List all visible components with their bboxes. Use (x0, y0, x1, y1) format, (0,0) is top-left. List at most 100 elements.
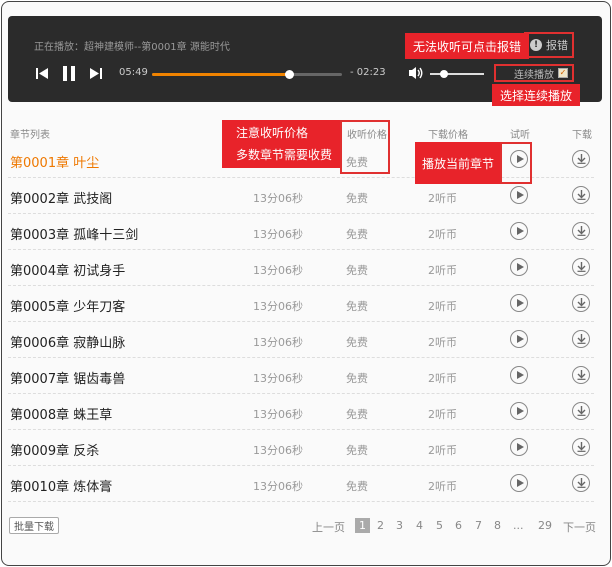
download-button[interactable] (572, 366, 590, 384)
next-track-button[interactable] (88, 66, 104, 80)
chapter-title[interactable]: 第0001章 叶尘 (10, 152, 99, 171)
header-download-price: 下载价格 (428, 130, 468, 141)
download-button[interactable] (572, 438, 590, 456)
download-icon (577, 226, 585, 236)
skip-back-icon (36, 67, 48, 79)
chapter-duration: 13分06秒 (253, 300, 303, 313)
page-5-button[interactable]: 5 (436, 519, 443, 532)
chapter-row[interactable]: 第0004章 初试身手 13分06秒 免费 2听币 (8, 250, 594, 286)
chapter-title[interactable]: 第0008章 蛛王草 (10, 404, 112, 423)
preview-play-button[interactable] (510, 474, 528, 492)
continuous-play-label: 连续播放 (514, 69, 554, 81)
download-icon (577, 406, 585, 416)
chapter-row[interactable]: 第0008章 蛛王草 13分06秒 免费 2听币 (8, 394, 594, 430)
chapter-title[interactable]: 第0004章 初试身手 (10, 260, 125, 279)
page-6-button[interactable]: 6 (455, 519, 462, 532)
play-icon (516, 335, 524, 343)
chapter-row[interactable]: 第0007章 锯齿毒兽 13分06秒 免费 2听币 (8, 358, 594, 394)
download-button[interactable] (572, 222, 590, 240)
report-button[interactable]: ! 报错 (524, 32, 574, 58)
volume-button[interactable] (408, 65, 424, 81)
chapter-row[interactable]: 第0005章 少年刀客 13分06秒 免费 2听币 (8, 286, 594, 322)
chapter-title[interactable]: 第0007章 锯齿毒兽 (10, 368, 125, 387)
progress-fill (152, 73, 289, 76)
page-29-button[interactable]: 29 (538, 519, 552, 532)
listen-price-highlight (340, 120, 390, 174)
page-4-button[interactable]: 4 (416, 519, 423, 532)
volume-slider[interactable] (430, 70, 484, 78)
preview-play-button[interactable] (510, 366, 528, 384)
next-page-button[interactable]: 下一页 (563, 519, 596, 535)
pause-icon (63, 65, 75, 81)
continuous-play-checkbox[interactable]: ✓ (558, 68, 568, 78)
progress-bar[interactable] (152, 70, 342, 79)
download-button[interactable] (572, 150, 590, 168)
preview-play-button[interactable] (510, 222, 528, 240)
chapter-duration: 13分06秒 (253, 264, 303, 277)
download-price: 2听币 (428, 228, 457, 241)
download-button[interactable] (572, 330, 590, 348)
pause-button[interactable] (60, 65, 78, 81)
remaining-time: - 02:23 (350, 67, 386, 78)
header-chapter: 章节列表 (10, 130, 50, 141)
chapter-title[interactable]: 第0005章 少年刀客 (10, 296, 125, 315)
preview-play-button[interactable] (510, 330, 528, 348)
download-price: 2听币 (428, 264, 457, 277)
listen-price: 免费 (346, 192, 368, 205)
callout-continuous-text: 选择连续播放 (500, 88, 573, 103)
download-price: 2听币 (428, 336, 457, 349)
download-button[interactable] (572, 258, 590, 276)
download-icon (577, 298, 585, 308)
batch-download-button[interactable]: 批量下载 (9, 517, 59, 534)
page-8-button[interactable]: 8 (494, 519, 501, 532)
elapsed-time: 05:49 (119, 67, 148, 78)
chapter-row[interactable]: 第0010章 炼体膏 13分06秒 免费 2听币 (8, 466, 594, 502)
preview-play-button[interactable] (510, 402, 528, 420)
chapter-title[interactable]: 第0002章 武技阁 (10, 188, 112, 207)
play-highlight (500, 142, 532, 184)
play-icon (516, 371, 524, 379)
chapter-row[interactable]: 第0009章 反杀 13分06秒 免费 2听币 (8, 430, 594, 466)
download-button[interactable] (572, 402, 590, 420)
chapter-duration: 13分06秒 (253, 480, 303, 493)
progress-handle[interactable] (284, 70, 294, 79)
listen-price: 免费 (346, 300, 368, 313)
chapter-duration: 13分06秒 (253, 192, 303, 205)
prev-page-button[interactable]: 上一页 (312, 519, 345, 535)
info-icon: ! (530, 39, 542, 51)
chapter-row[interactable]: 第0003章 孤峰十三剑 13分06秒 免费 2听币 (8, 214, 594, 250)
download-icon (577, 190, 585, 200)
continuous-play-toggle[interactable]: 连续播放 ✓ (494, 64, 574, 82)
previous-track-button[interactable] (34, 66, 50, 80)
preview-play-button[interactable] (510, 186, 528, 204)
play-icon (516, 191, 524, 199)
chapter-title[interactable]: 第0003章 孤峰十三剑 (10, 224, 138, 243)
download-price: 2听币 (428, 300, 457, 313)
download-price: 2听币 (428, 408, 457, 421)
preview-play-button[interactable] (510, 438, 528, 456)
pagination-ellipsis: ... (513, 519, 524, 532)
volume-handle[interactable] (439, 70, 448, 78)
chapter-title[interactable]: 第0006章 寂静山脉 (10, 332, 125, 351)
chapter-row[interactable]: 第0006章 寂静山脉 13分06秒 免费 2听币 (8, 322, 594, 358)
preview-play-button[interactable] (510, 258, 528, 276)
download-icon (577, 442, 585, 452)
download-price: 2听币 (428, 444, 457, 457)
callout-play: 播放当前章节 (415, 142, 501, 184)
chapter-title[interactable]: 第0009章 反杀 (10, 440, 99, 459)
download-button[interactable] (572, 186, 590, 204)
page-3-button[interactable]: 3 (396, 519, 403, 532)
chapter-duration: 13分06秒 (253, 228, 303, 241)
download-button[interactable] (572, 294, 590, 312)
download-button[interactable] (572, 474, 590, 492)
page-1-button[interactable]: 1 (355, 518, 370, 533)
page-7-button[interactable]: 7 (475, 519, 482, 532)
page-2-button[interactable]: 2 (377, 519, 384, 532)
play-icon (516, 407, 524, 415)
download-icon (577, 334, 585, 344)
chapter-title[interactable]: 第0010章 炼体膏 (10, 476, 112, 495)
download-icon (577, 370, 585, 380)
listen-price: 免费 (346, 336, 368, 349)
preview-play-button[interactable] (510, 294, 528, 312)
skip-forward-icon (90, 67, 102, 79)
